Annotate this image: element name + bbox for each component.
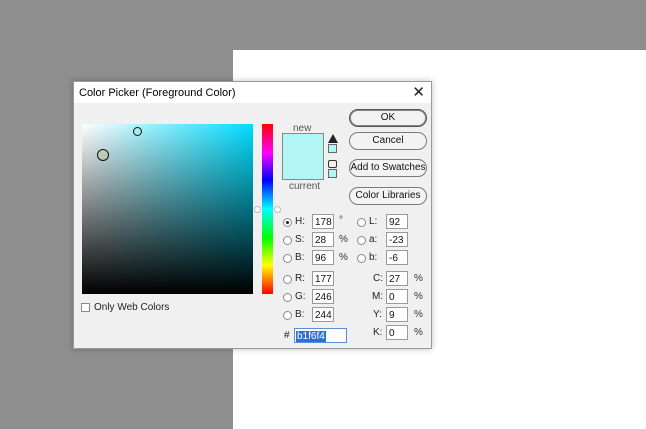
hex-input[interactable]: b1f6f4 <box>294 328 347 343</box>
h-input[interactable]: 178 <box>312 214 334 229</box>
l-input[interactable]: 92 <box>386 214 408 229</box>
b-hsb-label: B: <box>295 252 305 263</box>
k-label: K: <box>373 327 383 338</box>
dialog-title: Color Picker (Foreground Color) <box>79 87 236 99</box>
radio-r[interactable] <box>283 275 292 284</box>
m-unit: % <box>414 291 423 302</box>
b-rgb-label: B: <box>295 309 305 320</box>
radio-b-rgb[interactable] <box>283 311 292 320</box>
c-label: C: <box>373 273 383 284</box>
radio-g[interactable] <box>283 293 292 302</box>
hue-slider-right-handle-icon[interactable] <box>274 206 281 213</box>
g-input[interactable]: 246 <box>312 289 334 304</box>
radio-b-lab[interactable] <box>357 254 366 263</box>
m-input[interactable]: 0 <box>386 289 408 304</box>
r-input[interactable]: 177 <box>312 271 334 286</box>
web-safe-swatch[interactable] <box>328 169 337 178</box>
title-bar: Color Picker (Foreground Color) ✕ <box>74 82 431 103</box>
close-icon[interactable]: ✕ <box>412 83 425 101</box>
current-color-label: current <box>289 181 321 192</box>
field-cursor-icon[interactable] <box>97 149 109 161</box>
radio-s[interactable] <box>283 236 292 245</box>
c-input[interactable]: 27 <box>386 271 408 286</box>
hue-slider[interactable] <box>262 124 273 294</box>
a-label: a: <box>369 234 378 245</box>
web-safe-cube-icon[interactable] <box>328 160 337 168</box>
s-input[interactable]: 28 <box>312 232 334 247</box>
b-hsb-unit: % <box>339 252 348 263</box>
s-label: S: <box>295 234 305 245</box>
only-web-colors-checkbox[interactable] <box>81 303 90 312</box>
radio-a[interactable] <box>357 236 366 245</box>
color-picker-dialog: Color Picker (Foreground Color) ✕ new cu… <box>73 81 432 349</box>
g-label: G: <box>295 291 306 302</box>
y-label: Y: <box>373 309 382 320</box>
h-label: H: <box>295 216 305 227</box>
r-label: R: <box>295 273 305 284</box>
m-label: M: <box>372 291 384 302</box>
out-of-gamut-warning-icon[interactable] <box>328 134 338 143</box>
color-preview-swatch[interactable] <box>282 133 324 180</box>
radio-h[interactable] <box>283 218 292 227</box>
color-field[interactable] <box>82 124 253 294</box>
ok-button[interactable]: OK <box>349 109 427 127</box>
y-input[interactable]: 9 <box>386 307 408 322</box>
k-input[interactable]: 0 <box>386 325 408 340</box>
s-unit: % <box>339 234 348 245</box>
radio-b-hsb[interactable] <box>283 254 292 263</box>
hex-label: # <box>284 330 290 341</box>
b-rgb-input[interactable]: 244 <box>312 307 334 322</box>
c-unit: % <box>414 273 423 284</box>
radio-l[interactable] <box>357 218 366 227</box>
cancel-button[interactable]: Cancel <box>349 132 427 150</box>
add-to-swatches-button[interactable]: Add to Swatches <box>349 159 427 177</box>
gamut-swatch[interactable] <box>328 144 337 153</box>
hex-value: b1f6f4 <box>296 331 326 342</box>
field-marker-icon <box>133 127 142 136</box>
color-libraries-button[interactable]: Color Libraries <box>349 187 427 205</box>
b-lab-label: b: <box>369 252 378 263</box>
h-unit: ° <box>339 215 343 226</box>
only-web-colors-label[interactable]: Only Web Colors <box>94 302 169 313</box>
y-unit: % <box>414 309 423 320</box>
l-label: L: <box>369 216 378 227</box>
hue-slider-left-handle-icon[interactable] <box>254 206 261 213</box>
k-unit: % <box>414 327 423 338</box>
b-hsb-input[interactable]: 96 <box>312 250 334 265</box>
a-input[interactable]: -23 <box>386 232 408 247</box>
b-lab-input[interactable]: -6 <box>386 250 408 265</box>
